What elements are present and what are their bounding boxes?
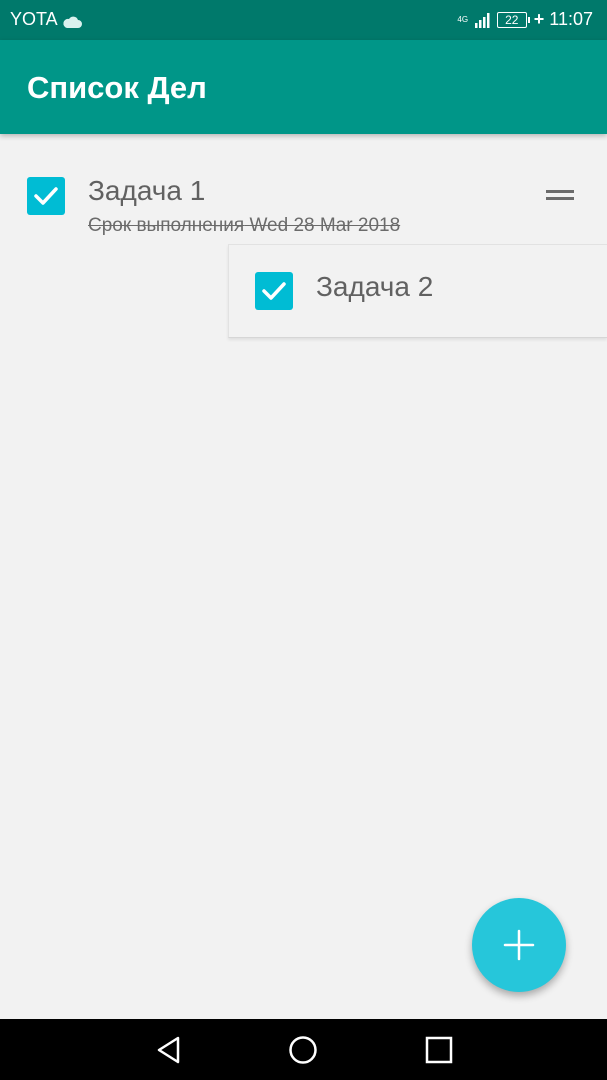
navigation-bar [0, 1019, 607, 1080]
battery-level: 22 [505, 12, 519, 27]
carrier-name: YOTA [10, 9, 58, 29]
task-due: Срок выполнения Wed 28 Mar 2018 [88, 215, 400, 237]
page-title: Список Дел [27, 70, 207, 105]
cloud-icon [62, 13, 82, 28]
app-bar: Список Дел [0, 40, 607, 134]
task-checkbox-1[interactable] [27, 177, 65, 215]
drag-handle-bar [546, 190, 574, 193]
plus-icon [503, 929, 535, 961]
home-icon[interactable] [288, 1035, 318, 1065]
signal-icon [474, 12, 492, 28]
due-label: Срок выполнения [88, 215, 245, 236]
checkmark-icon [34, 187, 58, 205]
due-date: Wed 28 Mar 2018 [249, 215, 401, 236]
task-item-2[interactable]: Задача 2 [228, 244, 607, 338]
drag-handle-icon[interactable] [546, 188, 574, 204]
status-bar: YOTA 4G 22 + 11:07 [0, 0, 607, 40]
clock: 11:07 [549, 9, 593, 29]
recents-icon[interactable] [424, 1035, 454, 1065]
back-icon[interactable] [154, 1035, 184, 1065]
status-left: YOTA [10, 9, 82, 30]
add-task-button[interactable] [472, 898, 566, 992]
battery-icon: 22 [496, 11, 530, 28]
status-right: 4G 22 + 11:07 [457, 9, 593, 30]
checkmark-icon [262, 282, 286, 300]
charging-indicator: + [533, 9, 545, 29]
task-title: Задача 1 [88, 175, 206, 206]
task-checkbox-2[interactable] [255, 272, 293, 310]
network-type-label: 4G [457, 14, 469, 24]
task-title: Задача 2 [316, 271, 434, 302]
task-item-1[interactable]: Задача 1 Срок выполнения Wed 28 Mar 2018 [0, 160, 607, 244]
drag-handle-bar [546, 197, 574, 200]
